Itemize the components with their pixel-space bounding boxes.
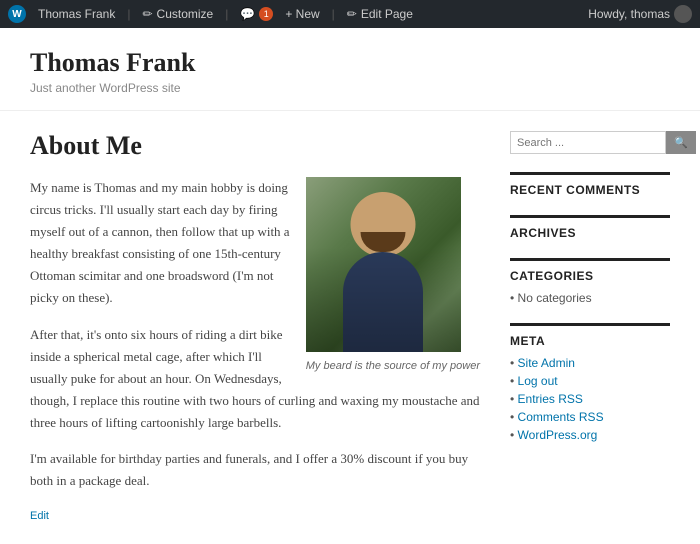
wp-logo-button[interactable]: W xyxy=(8,5,26,23)
customize-label: Customize xyxy=(157,7,214,21)
site-header: Thomas Frank Just another WordPress site xyxy=(0,28,700,111)
sidebar: 🔍 RECENT COMMENTS ARCHIVES CATEGORIES No… xyxy=(510,131,670,524)
recent-comments-title: RECENT COMMENTS xyxy=(510,172,670,197)
categories-list: No categories xyxy=(510,291,670,305)
entries-rss-link[interactable]: Entries RSS xyxy=(518,392,583,406)
site-title[interactable]: Thomas Frank xyxy=(30,48,670,78)
new-label: + New xyxy=(285,7,319,21)
page-body: My beard is the source of my power My na… xyxy=(30,177,480,492)
person-face xyxy=(351,192,416,257)
admin-bar: W Thomas Frank | ✏ Customize | 💬 1 + New… xyxy=(0,0,700,28)
comments-badge: 1 xyxy=(259,7,273,21)
customize-icon: ✏ xyxy=(142,7,152,21)
admin-site-title: Thomas Frank xyxy=(38,7,115,21)
entries-rss-item: Entries RSS xyxy=(510,392,670,406)
person-beard xyxy=(361,232,406,252)
categories-section: CATEGORIES No categories xyxy=(510,258,670,305)
divider: | xyxy=(127,7,130,21)
new-button[interactable]: + New xyxy=(285,7,319,21)
meta-section: META Site Admin Log out Entries RSS Comm… xyxy=(510,323,670,442)
comment-icon: 💬 xyxy=(240,7,255,21)
search-widget: 🔍 xyxy=(510,131,670,154)
comments-rss-link[interactable]: Comments RSS xyxy=(518,410,604,424)
archives-title: ARCHIVES xyxy=(510,215,670,240)
categories-title: CATEGORIES xyxy=(510,258,670,283)
site-name-link[interactable]: Thomas Frank xyxy=(38,7,115,21)
site-admin-link[interactable]: Site Admin xyxy=(518,356,575,370)
wordpress-org-item: WordPress.org xyxy=(510,428,670,442)
paragraph-3: I'm available for birthday parties and f… xyxy=(30,448,480,492)
no-categories-item: No categories xyxy=(510,291,670,305)
no-categories-label: No categories xyxy=(518,291,592,305)
featured-image xyxy=(306,177,461,352)
site-tagline: Just another WordPress site xyxy=(30,81,670,95)
site-wrapper: Thomas Frank Just another WordPress site… xyxy=(0,28,700,544)
person-body xyxy=(343,252,423,352)
admin-bar-left: W Thomas Frank | ✏ Customize | 💬 1 + New… xyxy=(8,5,413,23)
meta-list: Site Admin Log out Entries RSS Comments … xyxy=(510,356,670,442)
featured-image-container: My beard is the source of my power xyxy=(306,177,480,376)
main-content: About Me My beard is the source of my po… xyxy=(30,131,480,524)
howdy-button[interactable]: Howdy, thomas xyxy=(588,5,692,23)
edit-page-icon: ✏ xyxy=(347,7,357,21)
page-title: About Me xyxy=(30,131,480,161)
comments-rss-item: Comments RSS xyxy=(510,410,670,424)
customize-button[interactable]: ✏ Customize xyxy=(142,7,213,21)
edit-page-button[interactable]: ✏ Edit Page xyxy=(347,7,413,21)
comments-button[interactable]: 💬 1 xyxy=(240,7,273,21)
archives-section: ARCHIVES xyxy=(510,215,670,240)
wp-logo-icon: W xyxy=(8,5,26,23)
search-input[interactable] xyxy=(510,131,666,154)
edit-page-label: Edit Page xyxy=(361,7,413,21)
admin-bar-right: Howdy, thomas xyxy=(588,5,692,23)
avatar xyxy=(674,5,692,23)
recent-comments-section: RECENT COMMENTS xyxy=(510,172,670,197)
site-admin-item: Site Admin xyxy=(510,356,670,370)
search-button[interactable]: 🔍 xyxy=(666,131,696,154)
divider3: | xyxy=(332,7,335,21)
divider2: | xyxy=(225,7,228,21)
content-area: About Me My beard is the source of my po… xyxy=(0,111,700,544)
wordpress-org-link[interactable]: WordPress.org xyxy=(518,428,598,442)
log-out-link[interactable]: Log out xyxy=(518,374,558,388)
howdy-label: Howdy, thomas xyxy=(588,7,670,21)
edit-link[interactable]: Edit xyxy=(30,510,49,522)
image-caption: My beard is the source of my power xyxy=(306,357,480,376)
log-out-item: Log out xyxy=(510,374,670,388)
meta-title: META xyxy=(510,323,670,348)
